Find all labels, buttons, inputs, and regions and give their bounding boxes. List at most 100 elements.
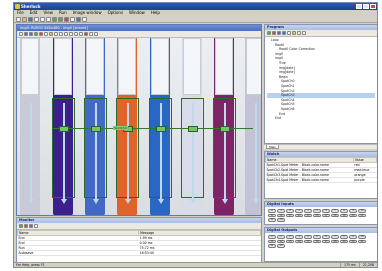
digital-inputs-led[interactable]: 11 [268,213,276,218]
digital-inputs-led[interactable]: 17 [322,213,330,218]
remove-icon[interactable] [272,31,276,35]
digital-outputs-led[interactable]: 3 [295,235,303,239]
digital-outputs-led[interactable]: 10 [358,235,366,239]
digital-outputs-led[interactable]: 20 [349,239,357,244]
properties-icon[interactable] [287,31,291,35]
run-icon[interactable] [52,16,57,22]
select-icon[interactable] [19,32,23,36]
table-row[interactable]: SpotCh4.Spot Meter - Block.color.name pur… [265,177,377,183]
digital-inputs-led[interactable]: 20 [349,213,357,218]
digital-outputs-led[interactable]: 16 [313,239,321,244]
digital-inputs-led[interactable]: 13 [286,213,294,218]
new-icon[interactable] [16,16,21,22]
grid-icon[interactable] [94,32,98,36]
digital-inputs-led[interactable]: 18 [331,213,339,218]
copy-icon[interactable] [40,16,45,22]
digital-outputs-led[interactable]: 4 [304,235,312,239]
save-image-icon[interactable] [54,32,58,36]
digital-outputs-led[interactable]: 22 [268,244,276,248]
digital-inputs-led[interactable]: 7 [331,209,339,213]
stop-icon[interactable] [64,16,69,22]
close-button[interactable] [370,4,376,9]
stop-icon[interactable] [24,224,28,228]
run-once-icon[interactable] [58,16,63,22]
digital-inputs-led[interactable]: 5 [313,209,321,213]
digital-inputs-led[interactable]: 9 [349,209,357,213]
roi-marker[interactable] [91,126,101,132]
tree-item[interactable]: End [267,116,375,121]
delete-roi-icon[interactable] [84,32,88,36]
grab-icon[interactable] [44,32,48,36]
digital-outputs-led[interactable]: 14 [295,239,303,244]
digital-outputs-led[interactable]: 21 [358,239,366,244]
move-down-icon[interactable] [282,31,286,35]
digital-outputs-led[interactable]: 7 [331,235,339,239]
add-icon[interactable] [267,31,271,35]
rectangle-icon[interactable] [59,32,63,36]
digital-outputs-led[interactable]: 9 [349,235,357,239]
digital-outputs-led[interactable]: 0 [268,235,276,239]
digital-inputs-led[interactable]: 6 [322,209,330,213]
expand-icon[interactable] [297,31,301,35]
digital-inputs-led[interactable]: 4 [304,209,312,213]
save-icon[interactable] [28,16,33,22]
digital-outputs-led[interactable]: 1 [277,235,285,239]
digital-outputs-led[interactable]: 23 [277,244,285,248]
digital-outputs-led[interactable]: 6 [322,235,330,239]
step-icon[interactable] [70,16,75,22]
roi-marker[interactable] [188,126,198,132]
digital-inputs-led[interactable]: 14 [295,213,303,218]
live-icon[interactable] [34,32,38,36]
circle-icon[interactable] [74,32,78,36]
digital-outputs-led[interactable]: 2 [286,235,294,239]
start-icon[interactable] [19,224,23,228]
cut-icon[interactable] [34,16,39,22]
point-icon[interactable] [69,32,73,36]
clear-icon[interactable] [34,224,38,228]
digital-inputs-led[interactable]: 21 [358,213,366,218]
polygon-icon[interactable] [79,32,83,36]
maximize-button[interactable] [363,4,369,9]
digital-inputs-led[interactable]: 3 [295,209,303,213]
collapse-icon[interactable] [302,31,306,35]
roi-marker[interactable] [59,126,69,132]
digital-outputs-led[interactable]: 17 [322,239,330,244]
digital-inputs-led[interactable]: 23 [277,218,285,222]
digital-outputs-led[interactable]: 13 [286,239,294,244]
digital-outputs-led[interactable]: 8 [340,235,348,239]
digital-outputs-led[interactable]: 18 [331,239,339,244]
zoom-out-icon[interactable] [29,32,33,36]
tab-main[interactable]: Main [266,145,280,149]
paste-icon[interactable] [46,16,51,22]
overlay-icon[interactable] [89,32,93,36]
zoom-in-icon[interactable] [24,32,28,36]
digital-outputs-led[interactable]: 12 [277,239,285,244]
digital-inputs-led[interactable]: 19 [340,213,348,218]
settings-icon[interactable] [76,16,81,22]
digital-outputs-led[interactable]: 15 [304,239,312,244]
folder-icon[interactable] [292,31,296,35]
digital-inputs-led[interactable]: 2 [286,209,294,213]
open-icon[interactable] [22,16,27,22]
digital-inputs-led[interactable]: 10 [358,209,366,213]
minimize-button[interactable] [356,4,362,9]
table-row[interactable]: SpotCh3.Spot Meter - Block.color.name ora… [265,172,377,178]
move-up-icon[interactable] [277,31,281,35]
digital-outputs-led[interactable]: 5 [313,235,321,239]
roi-marker[interactable] [156,126,166,132]
digital-inputs-led[interactable]: 8 [340,209,348,213]
load-image-icon[interactable] [49,32,53,36]
digital-inputs-led[interactable]: 16 [313,213,321,218]
help-icon[interactable] [82,16,87,22]
digital-inputs-led[interactable]: 0 [268,209,276,213]
table-row[interactable]: SpotCh2.Spot Meter - Block.color.name med… [265,167,377,173]
digital-inputs-led[interactable]: 15 [304,213,312,218]
save-log-icon[interactable] [29,224,33,228]
line-icon[interactable] [64,32,68,36]
digital-inputs-led[interactable]: 12 [277,213,285,218]
digital-outputs-led[interactable]: 11 [268,239,276,244]
stop-live-icon[interactable] [39,32,43,36]
roi-marker[interactable] [220,126,230,132]
table-row[interactable]: Autosave 16:53:40 [17,250,261,256]
digital-inputs-led[interactable]: 22 [268,218,276,222]
